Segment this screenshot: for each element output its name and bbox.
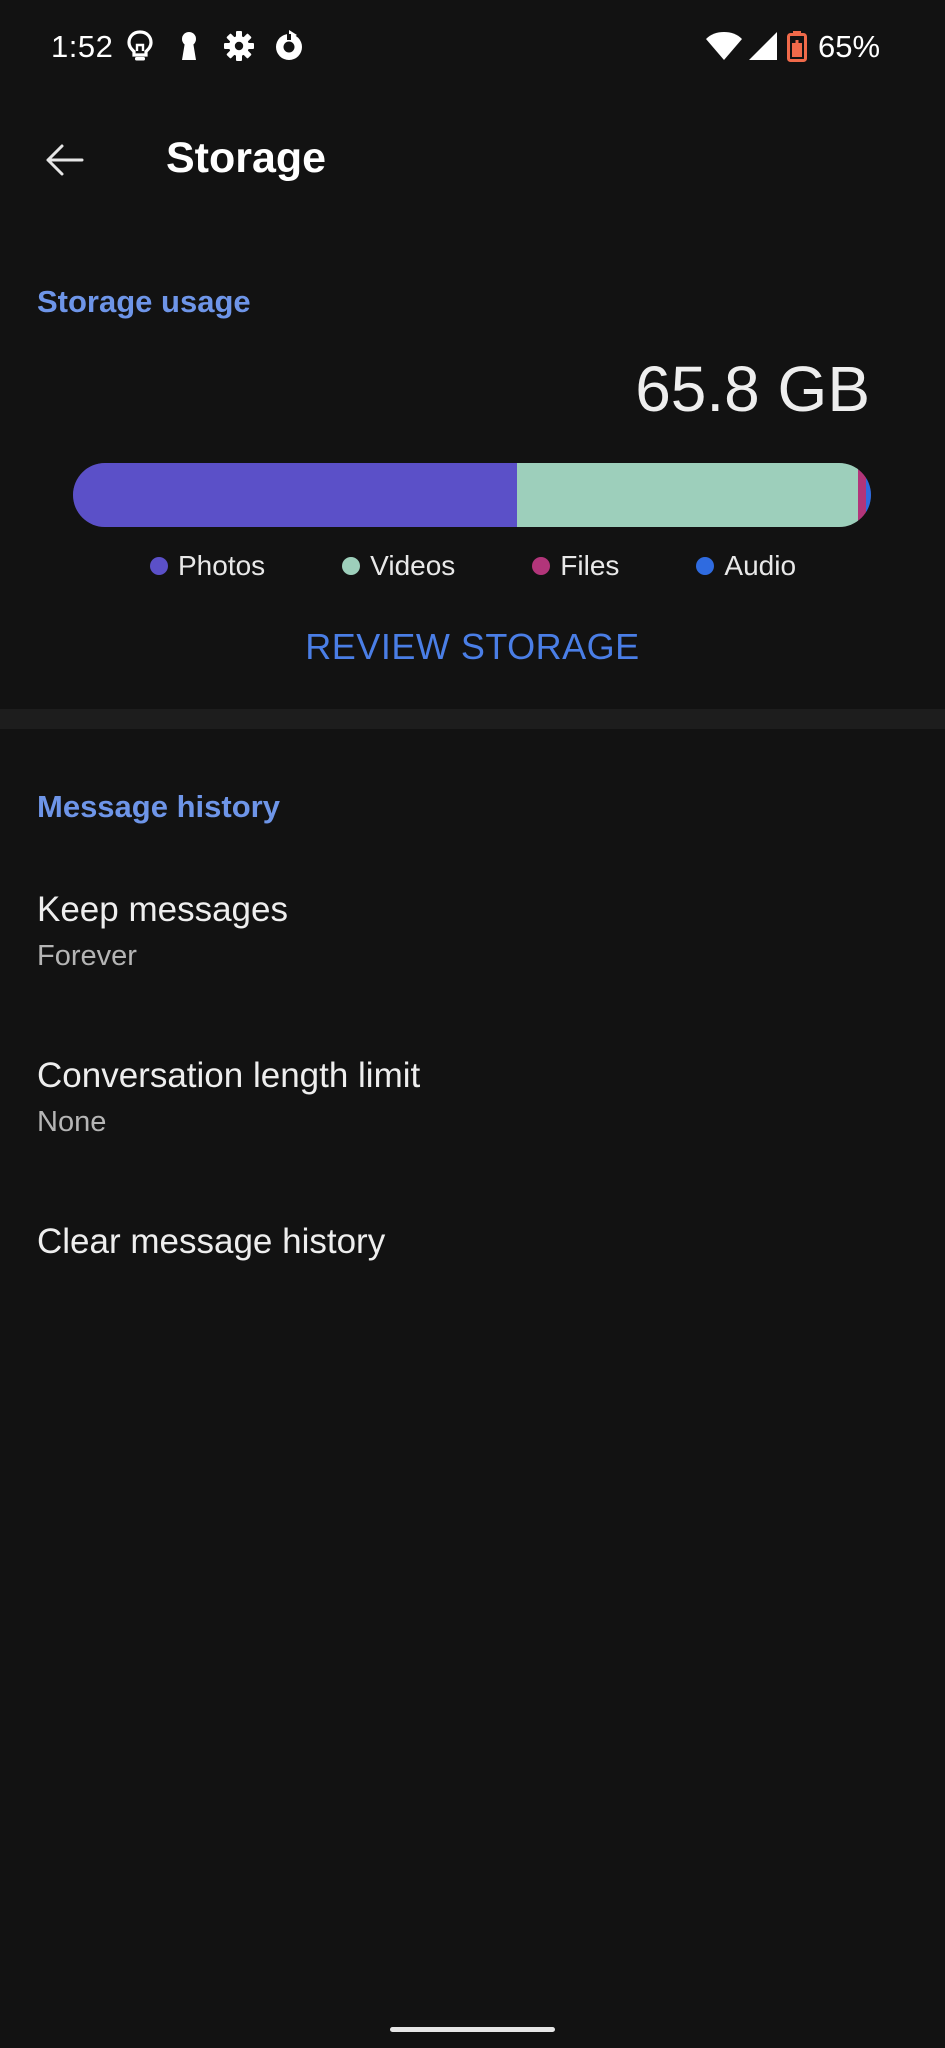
legend-audio-label: Audio [724, 550, 797, 581]
page-title: Storage [166, 134, 327, 182]
storage-total: 65.8 GB [635, 353, 870, 425]
review-storage-button[interactable]: REVIEW STORAGE [0, 616, 945, 678]
legend-photos-label: Photos [178, 550, 266, 581]
storage-usage-header: Storage usage [37, 284, 251, 319]
conversation-length-limit-preference[interactable]: Conversation length limit None [0, 1026, 945, 1176]
storage-usage-bar [73, 463, 871, 527]
conversation-length-limit-value: None [37, 1106, 107, 1138]
audio-dot-icon [696, 557, 715, 575]
legend-audio: Audio [696, 550, 796, 582]
arrow-back-icon [42, 138, 86, 187]
bar-segment-audio [866, 463, 871, 527]
bar-segment-videos [517, 463, 859, 527]
battery-icon [786, 28, 808, 64]
cell-signal-icon [746, 28, 782, 64]
section-divider [0, 709, 945, 729]
battery-percent: 65% [818, 29, 881, 64]
legend-videos-label: Videos [370, 550, 456, 581]
legend-files: Files [532, 550, 619, 582]
conversation-length-limit-title: Conversation length limit [37, 1056, 421, 1095]
lightbulb-icon [122, 28, 158, 64]
clear-message-history-preference[interactable]: Clear message history [0, 1192, 945, 1302]
legend-photos: Photos [150, 550, 265, 582]
clear-message-history-title: Clear message history [37, 1222, 386, 1261]
legend-files-label: Files [560, 550, 620, 581]
wifi-icon [704, 28, 744, 64]
settings-gear-icon [221, 28, 257, 64]
refresh-app-icon [271, 28, 307, 64]
legend-videos: Videos [342, 550, 455, 582]
keep-messages-value: Forever [37, 940, 137, 972]
files-dot-icon [532, 557, 551, 575]
keyhole-icon [171, 28, 207, 64]
keep-messages-preference[interactable]: Keep messages Forever [0, 860, 945, 1010]
message-history-header: Message history [37, 789, 280, 824]
status-bar: 1:52 65% [0, 0, 945, 96]
videos-dot-icon [342, 557, 361, 575]
bar-segment-photos [73, 463, 518, 527]
back-button[interactable] [28, 126, 100, 198]
photos-dot-icon [150, 557, 168, 575]
storage-legend: Photos Videos Files Audio [150, 546, 796, 586]
home-indicator[interactable] [390, 2027, 555, 2032]
keep-messages-title: Keep messages [37, 890, 288, 929]
status-time: 1:52 [51, 29, 114, 64]
bar-segment-files [858, 463, 867, 527]
